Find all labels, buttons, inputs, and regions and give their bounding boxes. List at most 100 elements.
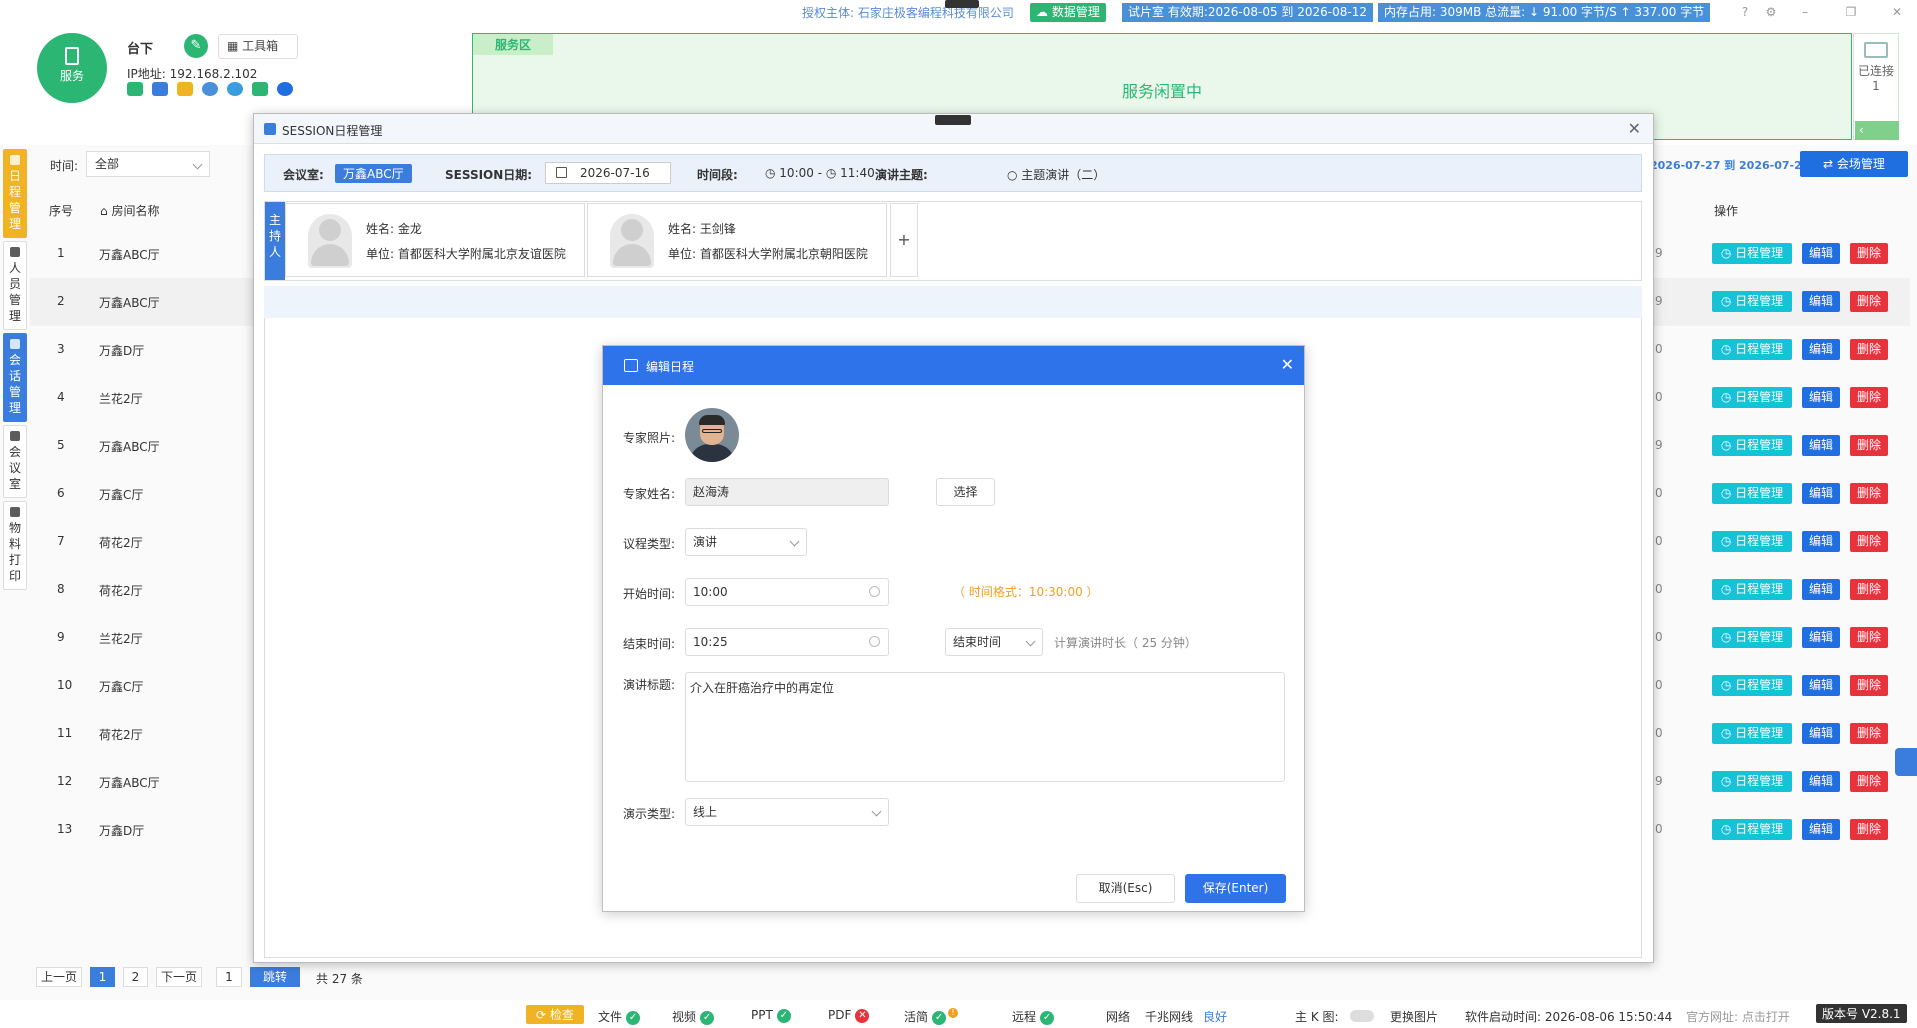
wechat-icon[interactable]: [252, 82, 268, 96]
agenda-type-select[interactable]: 演讲: [685, 528, 807, 556]
jump-button[interactable]: 跳转: [250, 967, 300, 987]
edit-button[interactable]: 编辑: [1802, 243, 1840, 264]
delete-button[interactable]: 删除: [1850, 291, 1888, 312]
end-time-field[interactable]: 10:25: [685, 628, 889, 656]
drag-handle[interactable]: [945, 0, 979, 8]
settings-icon[interactable]: [202, 82, 218, 96]
tab-print[interactable]: 物料打印: [3, 501, 27, 590]
drag-handle[interactable]: [935, 115, 971, 125]
edit-button[interactable]: 编辑: [1802, 291, 1840, 312]
edit-button[interactable]: 编辑: [1802, 483, 1840, 504]
edit-button[interactable]: 编辑: [1802, 387, 1840, 408]
add-host-button[interactable]: +: [890, 203, 918, 277]
date-field[interactable]: 2026-07-16: [545, 162, 671, 184]
expert-name-field[interactable]: 赵海涛: [685, 478, 889, 506]
tab-session[interactable]: 会话管理: [3, 333, 27, 422]
schedule-button[interactable]: ◷ 日程管理: [1712, 483, 1792, 504]
host-card[interactable]: 姓名: 金龙 单位: 首都医科大学附属北京友谊医院: [285, 203, 585, 277]
close-icon[interactable]: ✕: [1888, 3, 1906, 21]
edit-button[interactable]: 编辑: [1802, 627, 1840, 648]
edit-button[interactable]: 编辑: [1802, 435, 1840, 456]
check-button[interactable]: ⟳ 检查: [526, 1005, 584, 1024]
delete-button[interactable]: 删除: [1850, 483, 1888, 504]
folder-icon[interactable]: [177, 82, 193, 96]
delete-button[interactable]: 删除: [1850, 387, 1888, 408]
help-icon[interactable]: ?: [1736, 3, 1754, 21]
edit-button[interactable]: 编辑: [1802, 339, 1840, 360]
delete-button[interactable]: 删除: [1850, 723, 1888, 744]
tab-schedule[interactable]: 日程管理: [3, 149, 27, 238]
edit-button[interactable]: 编辑: [1802, 531, 1840, 552]
schedule-button[interactable]: ◷ 日程管理: [1712, 579, 1792, 600]
page-2[interactable]: 2: [123, 967, 148, 987]
schedule-button[interactable]: ◷ 日程管理: [1712, 387, 1792, 408]
delete-button[interactable]: 删除: [1850, 435, 1888, 456]
talk-title-textarea[interactable]: 介入在肝癌治疗中的再定位: [685, 672, 1285, 782]
change-image-button[interactable]: 更换图片: [1390, 1008, 1438, 1025]
delete-button[interactable]: 删除: [1850, 771, 1888, 792]
schedule-button[interactable]: ◷ 日程管理: [1712, 675, 1792, 696]
total-count: 共 27 条: [316, 972, 363, 986]
page-1[interactable]: 1: [90, 967, 115, 987]
close-icon[interactable]: ✕: [1281, 355, 1294, 374]
search-icon[interactable]: [277, 82, 293, 96]
delete-button[interactable]: 删除: [1850, 627, 1888, 648]
edit-button[interactable]: 编辑: [1802, 819, 1840, 840]
end-mode-select[interactable]: 结束时间: [945, 628, 1043, 656]
service-button[interactable]: 服务: [37, 33, 107, 103]
server-icon: [65, 47, 79, 65]
edit-icon[interactable]: ✎: [184, 34, 208, 58]
official-site-link[interactable]: 官方网址: 点击打开: [1686, 1008, 1790, 1025]
delete-button[interactable]: 删除: [1850, 531, 1888, 552]
host-card[interactable]: 姓名: 王剑锋 单位: 首都医科大学附属北京朝阳医院: [587, 203, 887, 277]
delete-button[interactable]: 删除: [1850, 579, 1888, 600]
time-filter-select[interactable]: 全部: [86, 151, 210, 177]
edit-button[interactable]: 编辑: [1802, 771, 1840, 792]
schedule-button[interactable]: ◷ 日程管理: [1712, 723, 1792, 744]
data-management-button[interactable]: ☁ 数据管理: [1030, 3, 1106, 22]
delete-button[interactable]: 删除: [1850, 243, 1888, 264]
schedule-label: 日程管理: [1735, 822, 1784, 836]
refresh-icon: ⟳: [536, 1008, 550, 1022]
venue-management-button[interactable]: ⇄ 会场管理: [1800, 151, 1908, 177]
delete-button[interactable]: 删除: [1850, 675, 1888, 696]
gear-icon[interactable]: ⚙: [1762, 3, 1780, 21]
select-button[interactable]: 选择: [936, 478, 995, 506]
delete-button[interactable]: 删除: [1850, 339, 1888, 360]
tab-people[interactable]: 人员管理: [3, 241, 27, 330]
schedule-button[interactable]: ◷ 日程管理: [1712, 291, 1792, 312]
main-k-toggle[interactable]: [1350, 1010, 1374, 1022]
save-button[interactable]: 保存(Enter): [1185, 874, 1286, 903]
jump-input[interactable]: 1: [216, 967, 242, 987]
monitor-icon[interactable]: [152, 82, 168, 96]
collapse-arrow-icon[interactable]: ‹: [1855, 121, 1899, 140]
close-icon[interactable]: ✕: [1628, 119, 1641, 138]
status-ppt: PPT ✓: [751, 1008, 791, 1023]
prev-page-button[interactable]: 上一页: [36, 967, 82, 987]
schedule-button[interactable]: ◷ 日程管理: [1712, 819, 1792, 840]
tab-rooms[interactable]: 会议室: [3, 425, 27, 498]
schedule-button[interactable]: ◷ 日程管理: [1712, 243, 1792, 264]
chat-float-icon[interactable]: [1895, 748, 1917, 776]
edit-button[interactable]: 编辑: [1802, 579, 1840, 600]
schedule-button[interactable]: ◷ 日程管理: [1712, 339, 1792, 360]
edit-button[interactable]: 编辑: [1802, 723, 1840, 744]
calendar-icon: [624, 359, 638, 372]
schedule-button[interactable]: ◷ 日程管理: [1712, 771, 1792, 792]
schedule-button[interactable]: ◷ 日程管理: [1712, 627, 1792, 648]
schedule-button[interactable]: ◷ 日程管理: [1712, 531, 1792, 552]
toolbox-button[interactable]: ▦ 工具箱: [218, 34, 298, 59]
cancel-button[interactable]: 取消(Esc): [1076, 874, 1175, 903]
globe-icon[interactable]: [227, 82, 243, 96]
next-page-button[interactable]: 下一页: [156, 967, 202, 987]
restore-icon[interactable]: ❐: [1842, 3, 1860, 21]
minimize-icon[interactable]: –: [1796, 3, 1814, 21]
demo-type-select[interactable]: 线上: [685, 798, 889, 826]
start-time-field[interactable]: 10:00: [685, 578, 889, 606]
expert-photo[interactable]: [685, 408, 739, 462]
edit-button[interactable]: 编辑: [1802, 675, 1840, 696]
delete-button[interactable]: 删除: [1850, 819, 1888, 840]
speaker-icon[interactable]: [127, 82, 143, 96]
schedule-button[interactable]: ◷ 日程管理: [1712, 435, 1792, 456]
row-room: 万鑫ABC厅: [99, 776, 160, 790]
